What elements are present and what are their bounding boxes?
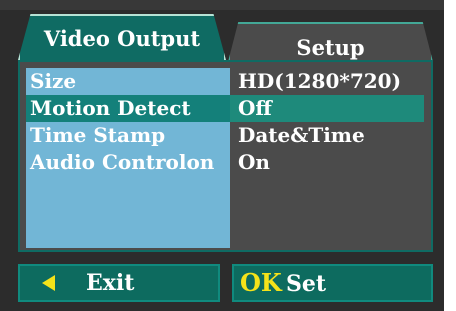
setting-value-motion-detect: Off: [238, 96, 272, 120]
exit-button-label: Exit: [86, 270, 135, 296]
setting-value-audio-control: On: [238, 150, 270, 174]
ok-set-button[interactable]: OK Set: [232, 264, 433, 302]
setting-label-audio-control: Audio Controlon: [30, 150, 215, 174]
exit-button[interactable]: Exit: [18, 264, 220, 302]
setting-label-time-stamp: Time Stamp: [30, 123, 166, 147]
tab-setup-label: Setup: [296, 35, 365, 60]
set-label: Set: [286, 271, 327, 297]
setting-row-time-stamp[interactable]: Time Stamp Date&Time: [26, 122, 424, 149]
setting-label-size: Size: [30, 69, 77, 93]
ok-label: OK: [240, 268, 282, 297]
setting-label-motion-detect: Motion Detect: [30, 96, 191, 120]
setting-row-size[interactable]: Size HD(1280*720): [26, 68, 424, 95]
triangle-left-icon: [42, 275, 55, 291]
tab-video-output-label: Video Output: [43, 26, 201, 51]
tab-video-output[interactable]: Video Output: [18, 14, 226, 60]
camera-menu-screen: Video Output Setup Size HD(1280*720) Mot…: [0, 0, 444, 311]
setting-row-audio-control[interactable]: Audio Controlon On: [26, 149, 424, 176]
right-bezel: [444, 0, 456, 311]
settings-panel: Size HD(1280*720) Motion Detect Off Time…: [18, 60, 433, 252]
setting-row-motion-detect[interactable]: Motion Detect Off: [26, 95, 424, 122]
setting-value-time-stamp: Date&Time: [238, 123, 365, 147]
tab-setup[interactable]: Setup: [228, 22, 433, 62]
setting-value-size: HD(1280*720): [238, 69, 402, 93]
top-shade: [0, 0, 444, 10]
